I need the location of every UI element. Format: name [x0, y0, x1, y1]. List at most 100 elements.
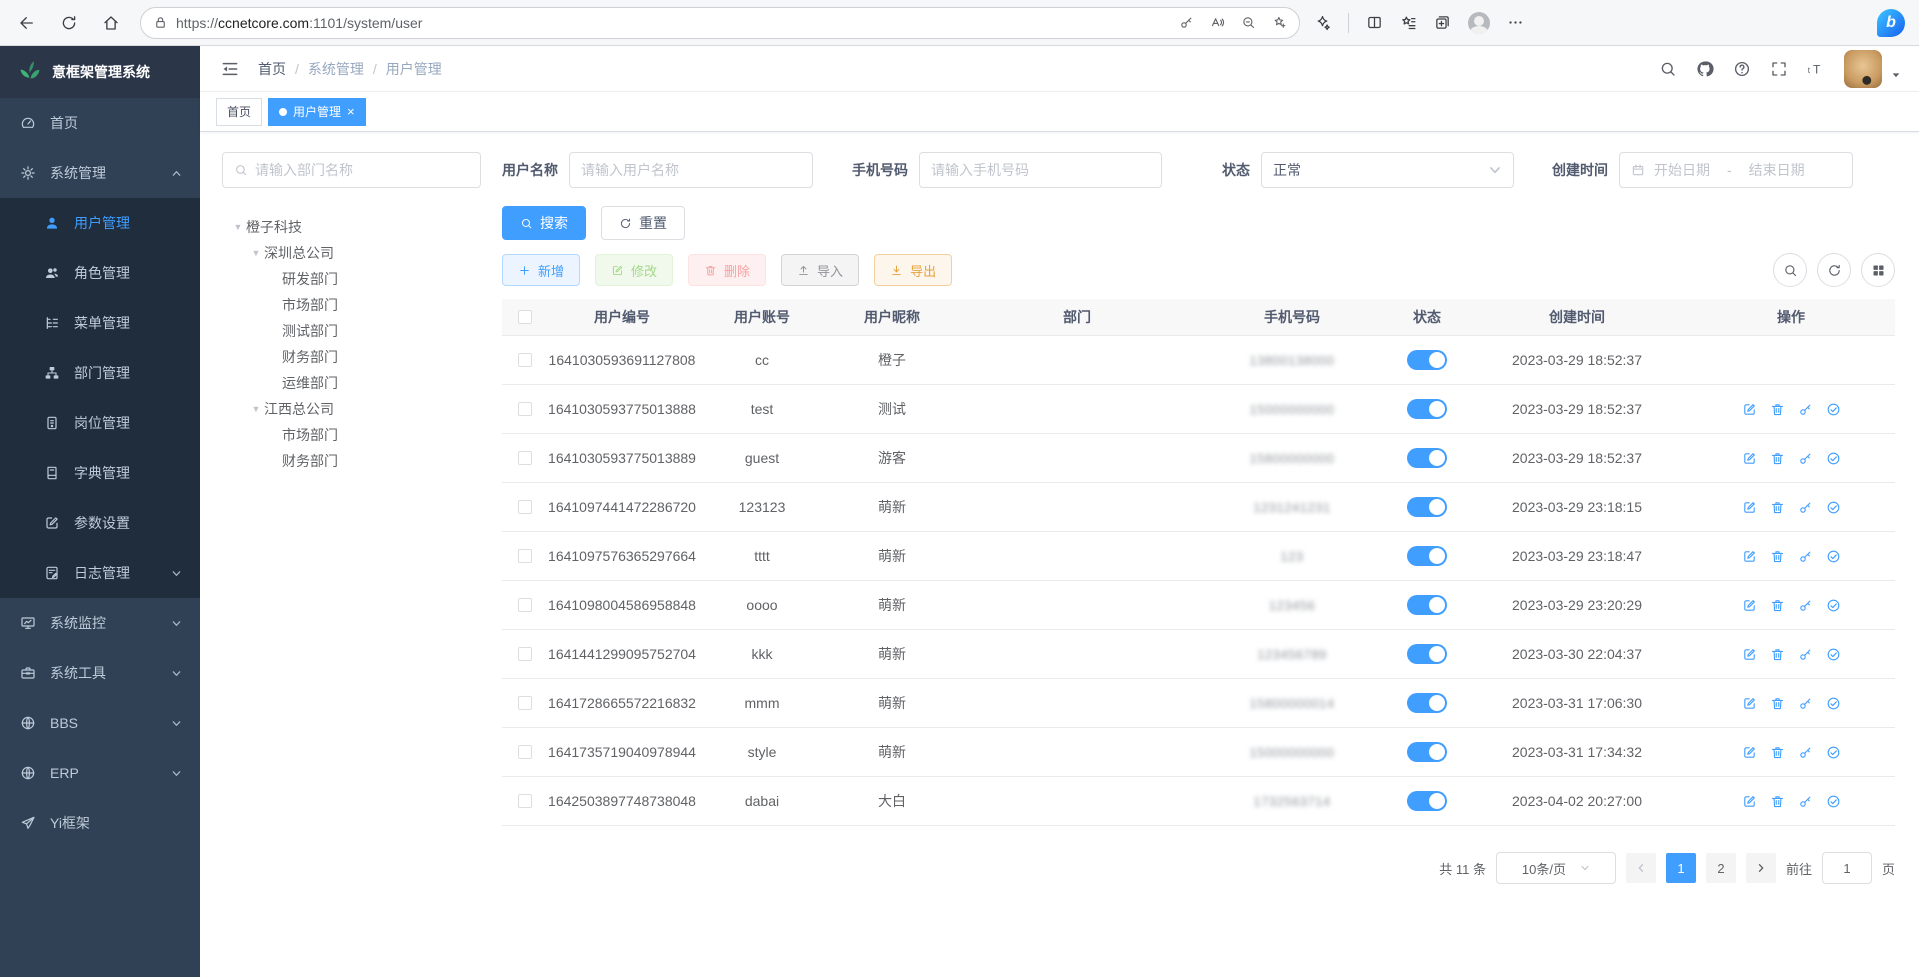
avatar-caret-down-icon[interactable] — [1891, 70, 1901, 80]
refresh-table-button[interactable] — [1817, 253, 1851, 287]
tree-node[interactable]: 市场部门 — [222, 422, 481, 448]
user-avatar[interactable] — [1844, 50, 1882, 88]
edit-row-button[interactable] — [1742, 598, 1757, 613]
status-toggle[interactable] — [1407, 742, 1447, 762]
delete-row-button[interactable] — [1770, 598, 1785, 613]
github-icon[interactable] — [1696, 60, 1714, 78]
home-icon[interactable] — [102, 14, 120, 32]
status-toggle[interactable] — [1407, 350, 1447, 370]
tree-node[interactable]: 运维部门 — [222, 370, 481, 396]
next-page-button[interactable] — [1746, 853, 1776, 883]
status-toggle[interactable] — [1407, 595, 1447, 615]
dept-search-field[interactable] — [255, 162, 469, 178]
delete-row-button[interactable] — [1770, 451, 1785, 466]
row-checkbox[interactable] — [518, 500, 532, 514]
delete-row-button[interactable] — [1770, 696, 1785, 711]
status-select[interactable]: 正常 — [1261, 152, 1514, 188]
dept-search-input[interactable] — [222, 152, 481, 188]
delete-row-button[interactable] — [1770, 745, 1785, 760]
reset-button[interactable]: 重置 — [601, 206, 685, 240]
browser-profile-avatar[interactable] — [1468, 12, 1490, 34]
tree-node[interactable]: ▼深圳总公司 — [222, 240, 481, 266]
edit-row-button[interactable] — [1742, 696, 1757, 711]
zoom-out-icon[interactable] — [1241, 15, 1256, 30]
copilot-icon[interactable]: b — [1877, 9, 1905, 37]
tree-node[interactable]: ▼橙子科技 — [222, 214, 481, 240]
tree-expand-icon[interactable]: ▼ — [248, 404, 264, 414]
import-button[interactable]: 导入 — [781, 254, 859, 286]
assign-role-button[interactable] — [1826, 549, 1841, 564]
lock-icon[interactable] — [153, 15, 168, 30]
date-range-picker[interactable]: 开始日期 - 结束日期 — [1619, 152, 1853, 188]
delete-row-button[interactable] — [1770, 500, 1785, 515]
workspaces-icon[interactable] — [1434, 14, 1451, 31]
sidebar-item-home[interactable]: 首页 — [0, 98, 200, 148]
reset-password-button[interactable] — [1798, 500, 1813, 515]
sidebar-item-system-monitor[interactable]: 系统监控 — [0, 598, 200, 648]
sidebar-item-erp[interactable]: ERP — [0, 748, 200, 798]
edit-row-button[interactable] — [1742, 745, 1757, 760]
assign-role-button[interactable] — [1826, 451, 1841, 466]
favorites-icon[interactable] — [1400, 14, 1417, 31]
column-settings-button[interactable] — [1861, 253, 1895, 287]
password-key-icon[interactable] — [1179, 15, 1194, 30]
status-toggle[interactable] — [1407, 546, 1447, 566]
phone-input[interactable] — [919, 152, 1162, 188]
sidebar-item-menu-manage[interactable]: 菜单管理 — [0, 298, 200, 348]
status-toggle[interactable] — [1407, 644, 1447, 664]
toggle-search-button[interactable] — [1773, 253, 1807, 287]
reload-icon[interactable] — [60, 14, 78, 32]
row-checkbox[interactable] — [518, 549, 532, 563]
row-checkbox[interactable] — [518, 647, 532, 661]
row-checkbox[interactable] — [518, 353, 532, 367]
delete-row-button[interactable] — [1770, 402, 1785, 417]
tab-0[interactable]: 首页 — [216, 98, 262, 126]
more-menu-icon[interactable] — [1507, 14, 1524, 31]
search-button[interactable]: 搜索 — [502, 206, 586, 240]
tree-node[interactable]: 财务部门 — [222, 344, 481, 370]
sidebar-item-bbs[interactable]: BBS — [0, 698, 200, 748]
edit-button[interactable]: 修改 — [595, 254, 673, 286]
tab-close-icon[interactable]: × — [347, 105, 355, 118]
tree-node[interactable]: 财务部门 — [222, 448, 481, 474]
status-toggle[interactable] — [1407, 497, 1447, 517]
sidebar-item-system-manage[interactable]: 系统管理 — [0, 148, 200, 198]
assign-role-button[interactable] — [1826, 647, 1841, 662]
page-button-1[interactable]: 1 — [1666, 853, 1696, 883]
delete-row-button[interactable] — [1770, 647, 1785, 662]
hamburger-icon[interactable] — [220, 59, 240, 79]
reset-password-button[interactable] — [1798, 794, 1813, 809]
sidebar-item-dept-manage[interactable]: 部门管理 — [0, 348, 200, 398]
tab-active-1[interactable]: 用户管理× — [268, 98, 366, 126]
sidebar-item-post-manage[interactable]: 岗位管理 — [0, 398, 200, 448]
fullscreen-icon[interactable] — [1770, 60, 1788, 78]
page-jumper-input[interactable] — [1822, 852, 1872, 884]
page-size-select[interactable]: 10条/页 — [1496, 852, 1616, 884]
edit-row-button[interactable] — [1742, 402, 1757, 417]
reset-password-button[interactable] — [1798, 647, 1813, 662]
reset-password-button[interactable] — [1798, 402, 1813, 417]
row-checkbox[interactable] — [518, 598, 532, 612]
breadcrumb-system[interactable]: 系统管理 — [308, 59, 364, 79]
page-button-2[interactable]: 2 — [1706, 853, 1736, 883]
edit-row-button[interactable] — [1742, 647, 1757, 662]
edit-row-button[interactable] — [1742, 451, 1757, 466]
sidebar-item-user-manage[interactable]: 用户管理 — [0, 198, 200, 248]
help-icon[interactable] — [1733, 60, 1751, 78]
status-toggle[interactable] — [1407, 399, 1447, 419]
prev-page-button[interactable] — [1626, 853, 1656, 883]
sidebar-item-role-manage[interactable]: 角色管理 — [0, 248, 200, 298]
assign-role-button[interactable] — [1826, 696, 1841, 711]
export-button[interactable]: 导出 — [874, 254, 952, 286]
row-checkbox[interactable] — [518, 451, 532, 465]
username-input[interactable] — [569, 152, 813, 188]
tree-expand-icon[interactable]: ▼ — [230, 222, 246, 232]
status-toggle[interactable] — [1407, 693, 1447, 713]
delete-row-button[interactable] — [1770, 794, 1785, 809]
reset-password-button[interactable] — [1798, 549, 1813, 564]
delete-row-button[interactable] — [1770, 549, 1785, 564]
tree-node[interactable]: 测试部门 — [222, 318, 481, 344]
tree-node[interactable]: 研发部门 — [222, 266, 481, 292]
reset-password-button[interactable] — [1798, 696, 1813, 711]
phone-field[interactable] — [931, 162, 1150, 178]
